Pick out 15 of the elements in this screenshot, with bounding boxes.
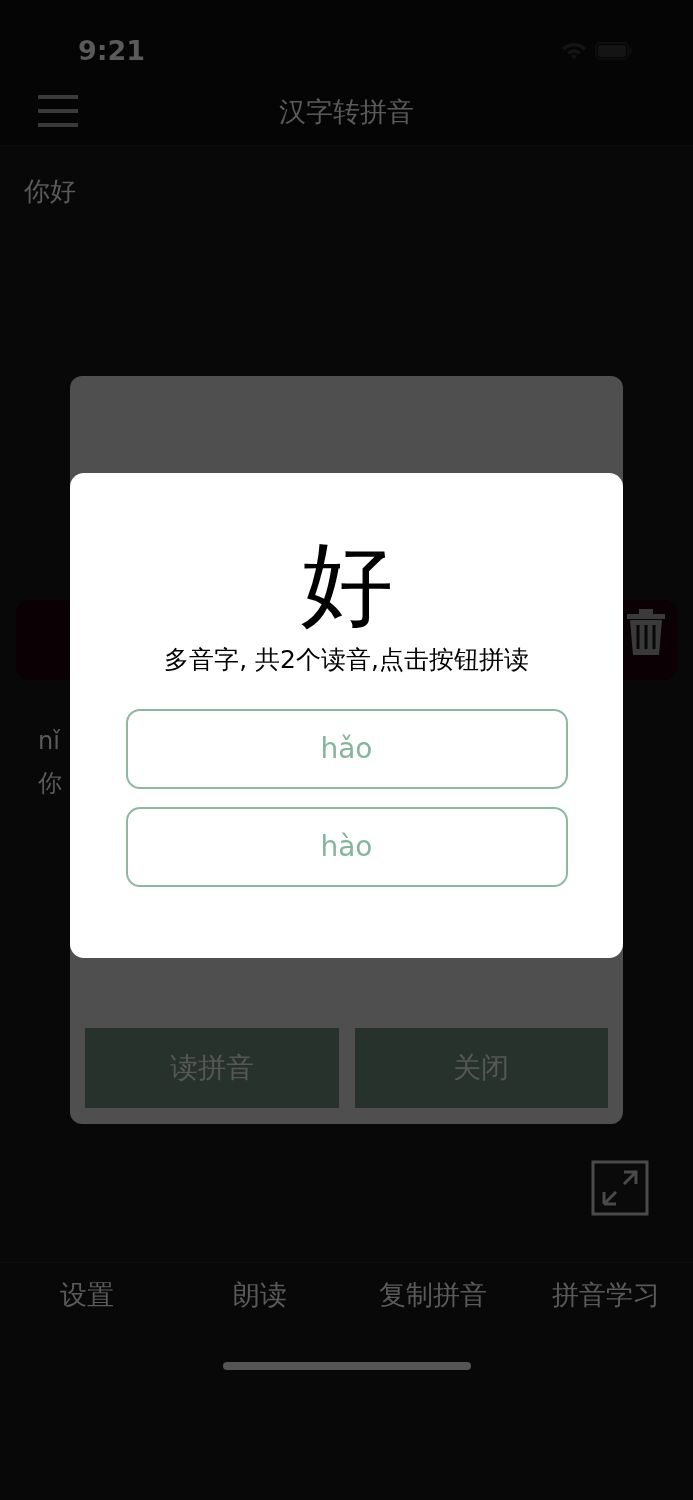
menu-icon[interactable]	[38, 93, 78, 129]
popup-message: 多音字, 共2个读音,点击按钮拼读	[164, 644, 529, 676]
screen-title: 汉字转拼音	[279, 95, 414, 130]
input-text: 你好	[24, 176, 76, 206]
status-time: 9:21	[78, 33, 146, 68]
pinyin-text: nǐ	[38, 726, 60, 757]
reading-button[interactable]: hào	[125, 806, 568, 887]
character-text: 好	[300, 539, 393, 631]
tab-label[interactable]: 复制拼音	[379, 1275, 488, 1322]
hanzi-text: 你	[38, 768, 62, 799]
tab-label[interactable]: 朗读	[232, 1275, 287, 1322]
reading-button[interactable]: hǎo	[125, 708, 568, 789]
tab-label[interactable]: 设置	[59, 1275, 114, 1322]
expand-icon[interactable]	[591, 1160, 649, 1216]
tab-label[interactable]: 拼音学习	[552, 1275, 661, 1322]
